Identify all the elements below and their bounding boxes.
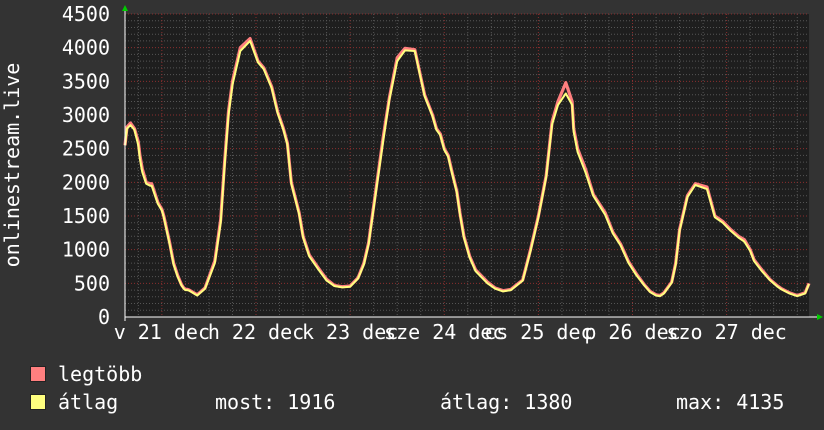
- y-tick-label: 500: [74, 271, 110, 295]
- plot-background: [125, 14, 809, 317]
- legend-label-atlag: átlag: [58, 390, 119, 414]
- legend-swatch-legtobb: [30, 366, 46, 382]
- x-tick-label: h 22 dec: [208, 320, 304, 344]
- x-tick-labels: v 21 dech 22 deck 23 decsze 24 deccs 25 …: [114, 320, 787, 344]
- y-tick-label: 1000: [62, 238, 110, 262]
- y-tick-label: 3500: [62, 69, 110, 93]
- x-tick-label: cs 25 dec: [484, 320, 592, 344]
- y-tick-label: 2000: [62, 170, 110, 194]
- y-tick-label: 0: [98, 305, 110, 329]
- x-tick-label: szo 27 dec: [666, 320, 786, 344]
- y-axis-arrow: [122, 5, 128, 11]
- legend-label-legtobb: legtöbb: [58, 362, 143, 386]
- y-tick-label: 2500: [62, 137, 110, 161]
- stat-atlag: átlag: 1380: [440, 390, 573, 414]
- y-axis-label: onlinestream.live: [0, 63, 24, 268]
- x-axis-arrow: [817, 314, 823, 320]
- stat-max: max: 4135: [676, 390, 785, 414]
- stat-most: most: 1916: [215, 390, 336, 414]
- y-tick-labels: 0 500 1000 1500 2000 2500 3000 3500 4000 4500: [62, 2, 110, 329]
- legend-item-legtobb: legtöbb: [30, 362, 142, 386]
- y-tick-label: 3000: [62, 103, 110, 127]
- legend-item-atlag: átlag: [30, 390, 118, 414]
- legend-swatch-atlag: [30, 394, 46, 410]
- x-tick-label: v 21 dec: [114, 320, 210, 344]
- chart: 0 500 1000 1500 2000 2500 3000 3500 4000 4500 v 2…: [0, 2, 823, 344]
- y-tick-label: 4500: [62, 2, 110, 26]
- y-tick-label: 4000: [62, 36, 110, 60]
- y-tick-label: 1500: [62, 204, 110, 228]
